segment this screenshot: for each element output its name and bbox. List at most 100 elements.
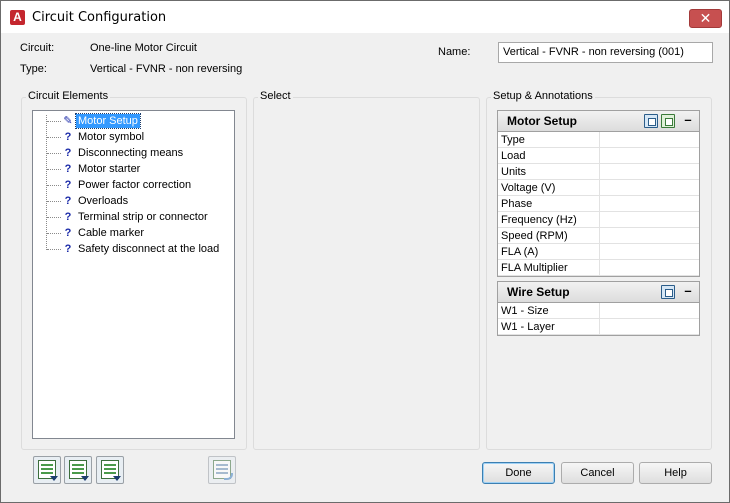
type-value: Vertical - FVNR - non reversing bbox=[90, 63, 243, 75]
motor-setup-title: Motor Setup bbox=[507, 114, 577, 128]
insert-circuit-icon[interactable] bbox=[96, 456, 124, 484]
motor-setup-panel: Motor Setup – Type Load Units Voltage (V) Ph… bbox=[497, 110, 700, 277]
done-button[interactable]: Done bbox=[482, 462, 555, 484]
wire-properties-icon[interactable] bbox=[661, 285, 675, 299]
close-button[interactable]: ✕ bbox=[689, 9, 722, 28]
title-bar: A Circuit Configuration ✕ bbox=[1, 1, 729, 33]
tree-branch-line bbox=[47, 137, 61, 138]
tree-item-label: Safety disconnect at the load bbox=[78, 243, 220, 255]
property-value[interactable] bbox=[599, 132, 699, 147]
tree-item-label: Motor starter bbox=[78, 163, 141, 175]
circuit-label: Circuit: bbox=[20, 42, 55, 54]
load-circuit-icon[interactable] bbox=[64, 456, 92, 484]
circuit-elements-tree[interactable]: ✎ Motor Setup? Motor symbol? Disconnecting … bbox=[32, 110, 235, 439]
property-row[interactable]: W1 - Layer bbox=[498, 319, 699, 335]
property-name: Frequency (Hz) bbox=[501, 214, 577, 226]
wire-setup-panel: Wire Setup – W1 - Size W1 - Layer bbox=[497, 281, 700, 336]
select-title: Select bbox=[258, 90, 293, 102]
window-title: Circuit Configuration bbox=[32, 10, 167, 25]
question-icon: ? bbox=[64, 163, 72, 175]
tree-branch-line bbox=[47, 249, 61, 250]
property-row[interactable]: Voltage (V) bbox=[498, 180, 699, 196]
save-circuit-icon[interactable] bbox=[33, 456, 61, 484]
property-value[interactable] bbox=[599, 148, 699, 163]
question-icon: ? bbox=[64, 243, 72, 255]
motor-setup-header: Motor Setup – bbox=[498, 111, 699, 132]
tree-item-label: Terminal strip or connector bbox=[78, 211, 208, 223]
tree-item-label: Overloads bbox=[78, 195, 129, 207]
property-value[interactable] bbox=[599, 319, 699, 334]
property-row[interactable]: W1 - Size bbox=[498, 303, 699, 319]
wire-setup-header: Wire Setup – bbox=[498, 282, 699, 303]
tree-item-label: Power factor correction bbox=[78, 179, 192, 191]
tree-item[interactable]: ? Safety disconnect at the load bbox=[47, 241, 232, 257]
property-name: FLA Multiplier bbox=[501, 262, 568, 274]
property-name: Phase bbox=[501, 198, 533, 210]
property-value[interactable] bbox=[599, 164, 699, 179]
tree-item[interactable]: ? Terminal strip or connector bbox=[47, 209, 232, 225]
tree-branch-line bbox=[47, 185, 61, 186]
property-value[interactable] bbox=[599, 228, 699, 243]
question-icon: ? bbox=[64, 195, 72, 207]
question-icon: ? bbox=[64, 131, 72, 143]
arrow-down-icon bbox=[50, 476, 58, 481]
tree-item-label: Disconnecting means bbox=[78, 147, 184, 159]
return-arrow-icon bbox=[224, 473, 233, 480]
property-name: Load bbox=[501, 150, 526, 162]
question-icon: ? bbox=[64, 147, 72, 159]
arrow-down-icon bbox=[81, 476, 89, 481]
property-row[interactable]: Frequency (Hz) bbox=[498, 212, 699, 228]
wire-collapse-icon[interactable]: – bbox=[682, 284, 694, 298]
property-row[interactable]: Load bbox=[498, 148, 699, 164]
tree-branch-line bbox=[47, 233, 61, 234]
tree-item[interactable]: ✎ Motor Setup bbox=[47, 113, 232, 129]
tree-item-label: Motor symbol bbox=[78, 131, 145, 143]
property-value[interactable] bbox=[599, 303, 699, 318]
tree-branch-line bbox=[47, 153, 61, 154]
tree-branch-line bbox=[47, 217, 61, 218]
collapse-icon[interactable]: – bbox=[682, 113, 694, 127]
select-group bbox=[253, 97, 480, 450]
property-value[interactable] bbox=[599, 196, 699, 211]
arrow-down-icon bbox=[113, 476, 121, 481]
property-name: W1 - Size bbox=[501, 305, 549, 317]
property-row[interactable]: Type bbox=[498, 132, 699, 148]
autocad-icon: A bbox=[10, 10, 25, 25]
tree-item[interactable]: ? Motor starter bbox=[47, 161, 232, 177]
tree-item[interactable]: ? Overloads bbox=[47, 193, 232, 209]
tree-branch-line bbox=[47, 121, 61, 122]
property-value[interactable] bbox=[599, 180, 699, 195]
pick-motor-icon[interactable] bbox=[661, 114, 675, 128]
tree-item-label: Motor Setup bbox=[75, 113, 141, 129]
property-name: Speed (RPM) bbox=[501, 230, 568, 242]
tree-branch-line bbox=[47, 201, 61, 202]
property-row[interactable]: FLA Multiplier bbox=[498, 260, 699, 276]
tree-item[interactable]: ? Motor symbol bbox=[47, 129, 232, 145]
circuit-configuration-dialog: A Circuit Configuration ✕ Circuit: One-l… bbox=[0, 0, 730, 503]
tree-item-label: Cable marker bbox=[78, 227, 145, 239]
cancel-button[interactable]: Cancel bbox=[561, 462, 634, 484]
property-name: Units bbox=[501, 166, 527, 178]
circuit-value: One-line Motor Circuit bbox=[90, 42, 197, 54]
setup-annotations-title: Setup & Annotations bbox=[491, 90, 595, 102]
help-button[interactable]: Help bbox=[639, 462, 712, 484]
property-row[interactable]: Units bbox=[498, 164, 699, 180]
property-name: FLA (A) bbox=[501, 246, 539, 258]
name-field[interactable]: Vertical - FVNR - non reversing (001) bbox=[498, 42, 713, 63]
property-value[interactable] bbox=[599, 244, 699, 259]
pencil-icon: ✎ bbox=[63, 115, 73, 127]
tree-item[interactable]: ? Disconnecting means bbox=[47, 145, 232, 161]
property-name: W1 - Layer bbox=[501, 321, 555, 333]
undo-config-icon[interactable] bbox=[208, 456, 236, 484]
tree-item[interactable]: ? Cable marker bbox=[47, 225, 232, 241]
property-row[interactable]: Speed (RPM) bbox=[498, 228, 699, 244]
tree-item[interactable]: ? Power factor correction bbox=[47, 177, 232, 193]
property-row[interactable]: FLA (A) bbox=[498, 244, 699, 260]
property-row[interactable]: Phase bbox=[498, 196, 699, 212]
properties-icon[interactable] bbox=[644, 114, 658, 128]
property-value[interactable] bbox=[599, 212, 699, 227]
property-value[interactable] bbox=[599, 260, 699, 275]
question-icon: ? bbox=[64, 227, 72, 239]
property-name: Type bbox=[501, 134, 525, 146]
tree-branch-line bbox=[47, 169, 61, 170]
